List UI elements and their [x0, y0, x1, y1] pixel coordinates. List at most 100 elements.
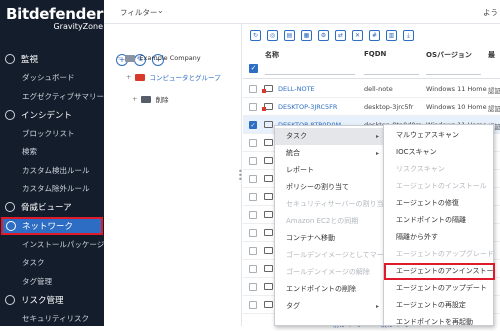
sidebar-item-monitoring[interactable]: 監視	[0, 50, 104, 69]
sidebar-item-label: カスタム除外ルール	[22, 184, 90, 194]
submenu-item-restart-endpoint[interactable]: エンドポイントを再起動	[384, 314, 495, 331]
select-all-checkbox[interactable]: ✓	[249, 64, 258, 73]
row-checkbox[interactable]	[249, 211, 257, 219]
sidebar-item-label: リスク管理	[21, 295, 64, 306]
collapse-icon[interactable]: −	[116, 54, 121, 62]
menu-item-tags[interactable]: タグ ▸	[275, 298, 385, 315]
delete-icon[interactable]: ✕	[352, 30, 363, 41]
column-header-name[interactable]: 名称	[265, 50, 279, 60]
row-checkbox[interactable]	[249, 175, 257, 183]
sidebar-item-incidents[interactable]: インシデント	[0, 106, 104, 125]
menu-item-assign-security-server: セキュリティサーバーの割り当て	[275, 196, 385, 213]
row-checkbox[interactable]	[249, 139, 257, 147]
submenu-item-isolate-endpoint[interactable]: エンドポイントの隔離	[384, 212, 495, 229]
computer-icon	[264, 157, 273, 164]
filter-input-fqdn[interactable]	[364, 65, 419, 75]
chevron-right-icon: ▸	[375, 133, 379, 140]
row-checkbox[interactable]	[249, 301, 257, 309]
column-header-fqdn[interactable]: FQDN	[364, 50, 386, 58]
submenu-item-reconfigure-agent[interactable]: エージェントの再設定	[384, 297, 495, 314]
row-checkbox[interactable]	[249, 103, 257, 111]
sidebar-item-threats-viewer[interactable]: 脅威ビューア	[0, 198, 104, 217]
refresh-icon[interactable]: ↻	[250, 30, 261, 41]
expand-icon[interactable]: +	[126, 73, 131, 81]
sidebar-item-custom-exclusion-rules[interactable]: カスタム除外ルール	[0, 180, 104, 199]
computer-icon	[264, 229, 273, 236]
submenu-item-ioc-scan[interactable]: IOCスキャン	[384, 144, 495, 161]
menu-item-move-to-container[interactable]: コンテナへ移動	[275, 230, 385, 247]
filter-input-name[interactable]	[265, 65, 355, 75]
column-header-os[interactable]: OSバージョン	[426, 50, 472, 60]
submenu-item-repair-agent[interactable]: エージェントの修復	[384, 195, 495, 212]
incidents-icon	[5, 109, 15, 120]
row-checkbox[interactable]	[249, 193, 257, 201]
policy-icon[interactable]: ⚙	[318, 30, 329, 41]
menu-item-tasks[interactable]: タスク ▸	[275, 128, 385, 145]
computer-icon	[262, 85, 273, 93]
sidebar-item-search[interactable]: 検索	[0, 143, 104, 162]
computer-icon	[264, 301, 273, 308]
sidebar-item-tag-management[interactable]: タグ管理	[0, 272, 104, 291]
menu-item-integrations[interactable]: 統合 ▸	[275, 145, 385, 162]
endpoint-name[interactable]: DESKTOP-3JRC5FR	[278, 103, 337, 111]
sidebar-item-label: セキュリティリスク	[22, 313, 90, 323]
tree-item-label: コンピュータとグループ	[149, 74, 221, 82]
table-toolbar: ↻ ◎ ▤ ▦ ⚙ ⇄ ✕ # ▥ ⤓	[250, 30, 414, 41]
sidebar-item-tasks[interactable]: タスク	[0, 254, 104, 273]
menu-item-delete-endpoint[interactable]: エンドポイントの削除	[275, 281, 385, 298]
tree-item-label: Example Company	[139, 54, 201, 62]
row-checkbox[interactable]	[249, 247, 257, 255]
submenu-item-uninstall-agent[interactable]: エージェントのアンインストール	[384, 263, 495, 280]
row-checkbox[interactable]: ✓	[249, 121, 257, 129]
column-header-last[interactable]: 最	[488, 50, 495, 60]
sidebar-item-blocklist[interactable]: ブロックリスト	[0, 124, 104, 143]
tree-item-root[interactable]: − Example Company	[116, 54, 201, 62]
scan-icon[interactable]: ◎	[267, 30, 278, 41]
sidebar-nav: 監視 ダッシュボード エグゼクティブサマリー インシデント ブロックリスト 検索…	[0, 50, 104, 326]
row-checkbox[interactable]	[249, 265, 257, 273]
export-icon[interactable]: ⤓	[403, 30, 414, 41]
table-row[interactable]: DELL-NOTE dell-note Windows 11 Home 認証	[243, 80, 500, 98]
sidebar-item-network[interactable]: ネットワーク	[1, 216, 103, 235]
endpoint-fqdn: desktop-3jrc5fr	[364, 103, 414, 111]
filter-button[interactable]: フィルター	[120, 7, 157, 18]
submenu-item-update-agent[interactable]: エージェントのアップデート	[384, 280, 495, 297]
menu-item-assign-policy[interactable]: ポリシーの割り当て	[275, 179, 385, 196]
row-checkbox[interactable]	[249, 283, 257, 291]
expand-icon[interactable]: +	[132, 95, 137, 103]
splitter-handle[interactable]: • • •	[238, 168, 243, 184]
sidebar-item-dashboard[interactable]: ダッシュボード	[0, 69, 104, 88]
tag-icon[interactable]: #	[369, 30, 380, 41]
row-checkbox[interactable]	[249, 157, 257, 165]
endpoint-fqdn: dell-note	[364, 85, 393, 93]
table-row[interactable]: DESKTOP-3JRC5FR desktop-3jrc5fr Windows …	[243, 98, 500, 116]
move-icon[interactable]: ⇄	[335, 30, 346, 41]
sidebar-item-security-risks[interactable]: セキュリティリスク	[0, 309, 104, 326]
task-icon[interactable]: ▤	[284, 30, 295, 41]
sidebar-item-custom-detection-rules[interactable]: カスタム検出ルール	[0, 161, 104, 180]
tree-item-computers-groups[interactable]: + コンピュータとグループ	[126, 72, 221, 82]
sidebar-item-label: 監視	[21, 55, 39, 66]
endpoint-name[interactable]: DELL-NOTE	[278, 85, 315, 93]
submenu-item-upgrade-agent: エージェントのアップグレード	[396, 250, 494, 258]
computer-icon	[264, 193, 273, 200]
menu-item-reports[interactable]: レポート	[275, 162, 385, 179]
submenu-item-remove-isolation[interactable]: 隔離から外す	[384, 229, 495, 246]
sidebar-item-install-packages[interactable]: インストールパッケージ	[0, 235, 104, 254]
menu-item-label: エンドポイントの削除	[286, 285, 356, 293]
group-tree-panel: + ✎ − − Example Company + コンピュータとグループ + …	[104, 24, 242, 326]
menu-item-label: コンテナへ移動	[286, 234, 335, 242]
row-checkbox[interactable]	[249, 85, 257, 93]
menu-item-label: レポート	[286, 166, 314, 174]
sidebar-item-executive-summary[interactable]: エグゼクティブサマリー	[0, 87, 104, 106]
chevron-down-icon[interactable]: ⌄	[157, 6, 164, 15]
columns-icon[interactable]: ▥	[386, 30, 397, 41]
submenu-item-malware-scan[interactable]: マルウェアスキャン	[384, 127, 495, 144]
endpoint-os: Windows 10 Home	[426, 103, 487, 111]
row-checkbox[interactable]	[249, 229, 257, 237]
tree-item-deleted[interactable]: + 削除	[132, 94, 168, 104]
report-icon[interactable]: ▦	[301, 30, 312, 41]
sidebar-item-risk-management[interactable]: リスク管理	[0, 291, 104, 310]
menu-item-label: ゴールデンイメージの解除	[286, 268, 370, 276]
filter-input-os[interactable]	[426, 65, 481, 75]
